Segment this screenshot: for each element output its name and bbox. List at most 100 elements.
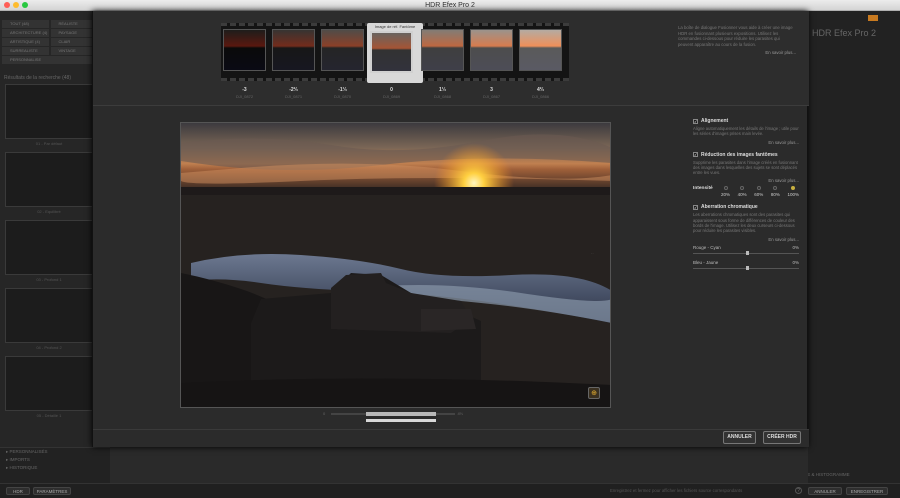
status-bar: HDR PARAMÈTRES Enregistrez et fermez pou… (0, 483, 900, 498)
dialog-footer (93, 429, 809, 447)
bracket-ev-value: -2⅔ (289, 87, 298, 93)
settings-button[interactable]: PARAMÈTRES (33, 487, 71, 495)
bracket-thumbnail[interactable] (272, 29, 315, 71)
intensity-option[interactable]: 40% (738, 186, 747, 197)
window-title: HDR Efex Pro 2 (425, 2, 475, 9)
intensity-option[interactable]: 100% (787, 186, 799, 197)
preset-thumbnail[interactable] (5, 152, 93, 207)
merge-options-panel: ✓ Alignement Aligne automatiquement les d… (693, 118, 799, 271)
intensity-options: 20% 40% 60% 80% 100% (721, 186, 799, 197)
bracket-filename: DJI_0870 (333, 94, 352, 99)
status-message: Enregistrez et fermez pour afficher les … (610, 488, 743, 493)
blue-yellow-slider[interactable] (693, 265, 799, 271)
bracket-thumbnail[interactable] (223, 29, 266, 71)
preset-label: 03 - Profond 1 (36, 277, 62, 282)
bracket-ev-value: 4⅔ (537, 87, 544, 93)
intensity-radio[interactable] (756, 186, 761, 191)
chromatic-learn-more[interactable]: En savoir plus... (693, 237, 799, 242)
divider (93, 105, 809, 106)
preset-tab[interactable]: RÉALISTE (50, 20, 97, 28)
close-window-button[interactable] (4, 2, 10, 8)
ghost-learn-more[interactable]: En savoir plus... (693, 178, 799, 183)
bracket-ev-value: -3 (242, 87, 247, 93)
bracket-filename: DJI_0866 (531, 94, 550, 99)
preset-thumbnail[interactable] (5, 356, 93, 411)
bracket-filename: DJI_0867 (482, 94, 501, 99)
slider-max-label: 4⅔ (457, 411, 463, 416)
bracket-ev-value: 3 (490, 87, 493, 93)
help-icon[interactable]: ? (795, 487, 802, 494)
preset-label: 01 - Par défaut (35, 141, 63, 146)
intensity-option[interactable]: 60% (754, 186, 763, 197)
save-bg-button[interactable]: ENREGISTRER (846, 487, 888, 495)
sidebar-section-row[interactable]: ▸ IMPORTS (0, 456, 110, 464)
sidebar-section-row[interactable]: ▸ HISTORIQUE (0, 464, 110, 472)
hdr-dropdown[interactable]: HDR (6, 487, 30, 495)
red-cyan-slider[interactable] (693, 250, 799, 256)
bracket-ev-value: 0 (390, 87, 393, 93)
intensity-option[interactable]: 80% (771, 186, 780, 197)
create-hdr-button[interactable]: CRÉER HDR (763, 431, 801, 444)
exposure-preview-slider[interactable]: 0 4⅔ (323, 411, 463, 425)
preset-label: 05 - Détaillé 1 (36, 413, 62, 418)
bracket-filmstrip-area: Image de réf. Fantôme -3 DJI_0872 -2⅔ DJI_0… (93, 11, 809, 105)
chromatic-text: Les aberrations chromatiques sont des pa… (693, 212, 795, 234)
ghost-checkbox[interactable]: ✓ (693, 152, 698, 158)
intensity-value: 80% (770, 192, 780, 198)
intensity-value: 100% (787, 192, 799, 198)
intensity-value: 40% (737, 192, 747, 198)
merge-info: La boîte de dialogue Fusionner vous aide… (678, 25, 796, 56)
intensity-radio[interactable] (773, 186, 778, 191)
bracket-thumbnail[interactable] (370, 31, 413, 73)
chromatic-title: Aberration chromatique (701, 204, 758, 211)
bracket-thumbnail[interactable] (519, 29, 562, 71)
ghost-title: Réduction des images fantômes (701, 151, 778, 158)
bracket-filename: DJI_0868 (433, 94, 452, 99)
intensity-radio[interactable] (740, 186, 745, 191)
app-logo-title: HDR Efex Pro 2 (812, 28, 877, 38)
intensity-radio[interactable] (723, 186, 728, 191)
learn-more-link[interactable]: En savoir plus... (678, 50, 796, 56)
ghost-text: Supprime les parasites dans l'image créé… (693, 159, 798, 176)
preset-tab[interactable]: SURREALISTE (2, 47, 49, 55)
preset-tab[interactable]: PERSONNALISE (2, 56, 97, 64)
zoom-window-button[interactable] (22, 2, 28, 8)
cancel-bg-button[interactable]: ANNULER (808, 487, 842, 495)
alignment-section: ✓ Alignement Aligne automatiquement les d… (693, 118, 799, 145)
merge-info-text: La boîte de dialogue Fusionner vous aide… (678, 25, 793, 47)
ghost-reduction-section: ✓ Réduction des images fantômes Supprime … (693, 151, 799, 197)
preset-tab[interactable]: CLAIR (50, 38, 97, 46)
intensity-option[interactable]: 20% (721, 186, 730, 197)
preset-thumbnail[interactable] (5, 84, 93, 139)
svg-text:··: ·· (591, 251, 594, 256)
chromatic-checkbox[interactable]: ✓ (693, 204, 698, 210)
cancel-button[interactable]: ANNULER (723, 431, 756, 444)
preset-thumbnail[interactable] (5, 220, 93, 275)
bracket-thumbnail[interactable] (421, 29, 464, 71)
hdr-preview-image: ·· (180, 122, 611, 408)
intensity-radio[interactable] (791, 186, 796, 191)
intensity-value: 60% (754, 192, 764, 198)
preset-tab[interactable]: TOUT (48) (2, 20, 49, 28)
preset-tab[interactable]: PAYSAGE (50, 29, 97, 37)
preset-tab[interactable]: ARCHITECTURE (4) (2, 29, 49, 37)
window-titlebar: HDR Efex Pro 2 (0, 0, 900, 11)
preset-tab[interactable]: ARTISTIQUE (4) (2, 38, 49, 46)
preset-thumbnail[interactable] (5, 288, 93, 343)
minimize-window-button[interactable] (13, 2, 19, 8)
preset-tab[interactable]: VINTAGE (50, 47, 97, 55)
slider-range[interactable] (366, 412, 436, 416)
alignment-learn-more[interactable]: En savoir plus... (693, 140, 799, 145)
bracket-filename: DJI_0869 (382, 94, 401, 99)
bracket-thumbnail[interactable] (470, 29, 513, 71)
bracket-filename: DJI_0871 (284, 94, 303, 99)
intensity-value: 20% (721, 192, 731, 198)
slider-handle-bar[interactable] (366, 419, 436, 422)
sidebar-section-row[interactable]: ▸ PERSONNALISÉS (0, 448, 110, 456)
bracket-thumbnail[interactable] (321, 29, 364, 71)
zoom-icon[interactable]: ⊕ (588, 387, 600, 399)
alignment-text: Aligne automatiquement les détails de l'… (693, 126, 799, 137)
alignment-checkbox[interactable]: ✓ (693, 118, 698, 124)
slider-min-label: 0 (323, 411, 326, 416)
preset-category-tabs: TOUT (48) RÉALISTE ARCHITECTURE (4) PAYSAGE… (2, 20, 97, 65)
